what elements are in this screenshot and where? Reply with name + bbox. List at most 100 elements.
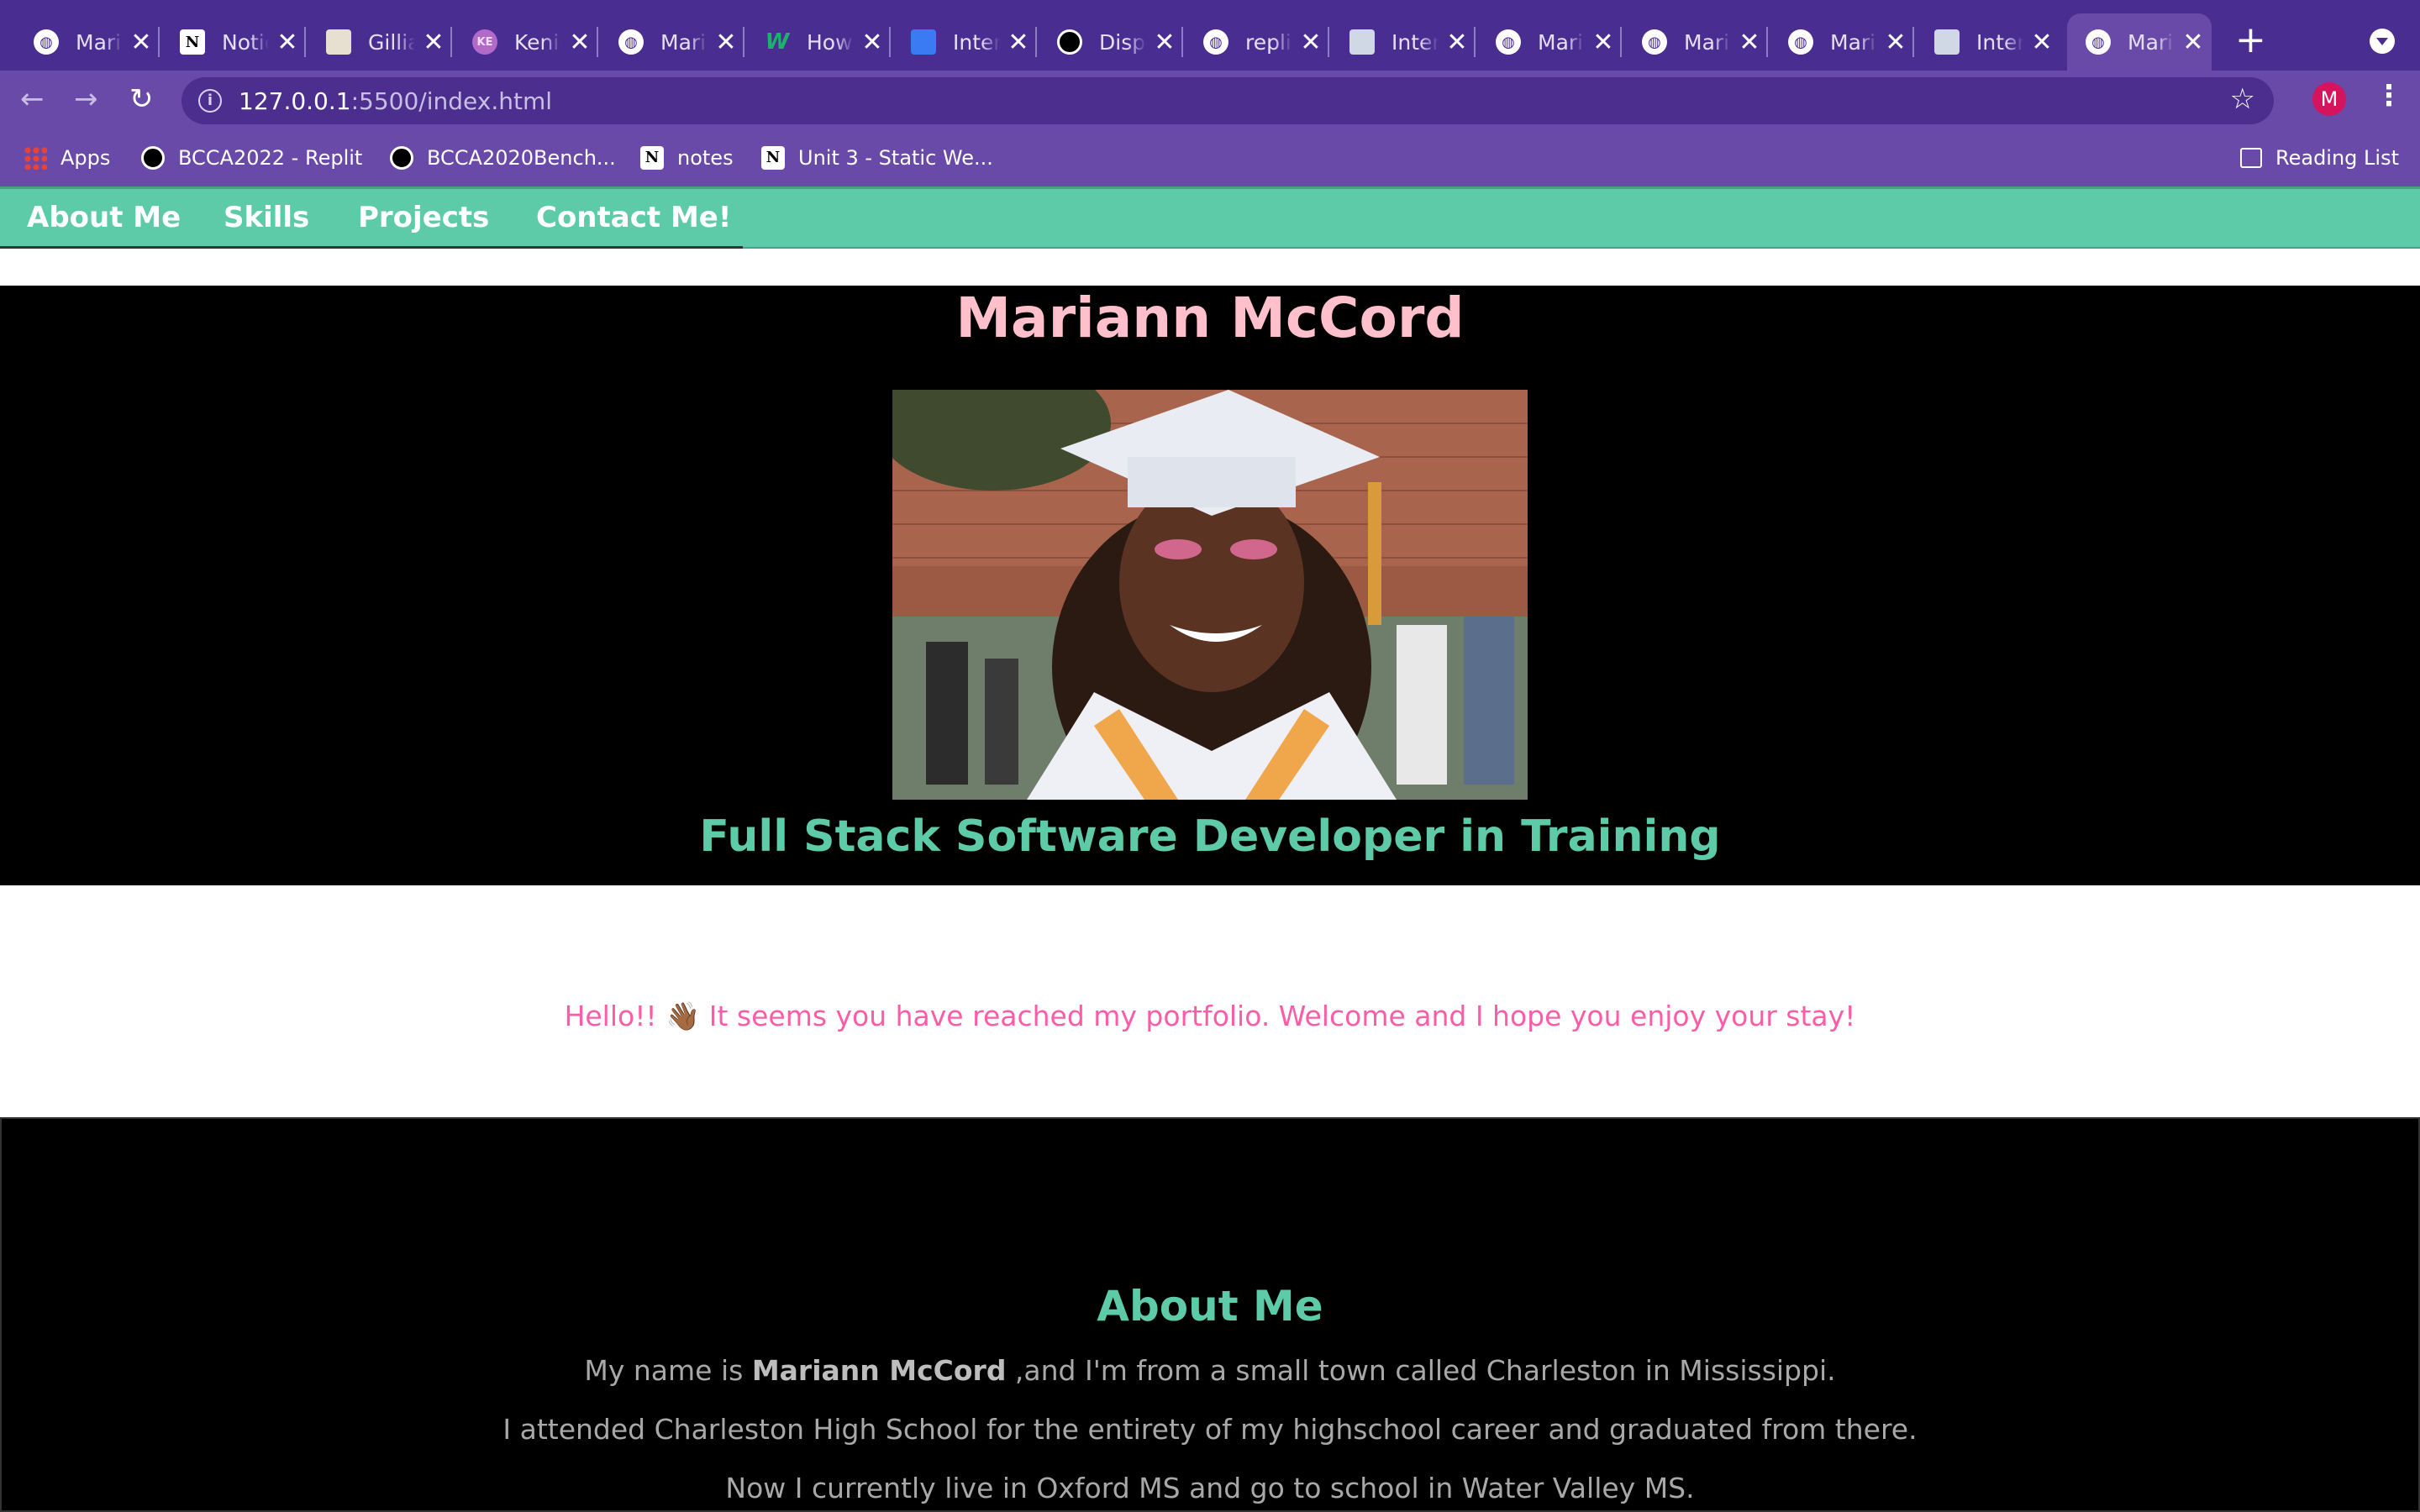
close-tab-icon[interactable]: ✕ xyxy=(1591,28,1615,57)
bookmarks-bar: Apps BCCA2022 - Replit BCCA2020Bench... … xyxy=(0,131,2420,186)
bookmark-label: notes xyxy=(677,146,734,170)
browser-tab[interactable]: Interactive✕ xyxy=(1331,13,1476,71)
tab-search-chevron-icon[interactable] xyxy=(2370,29,2395,54)
globe-icon: ◍ xyxy=(1496,29,1521,55)
browser-tab[interactable]: Display ✕ xyxy=(1039,13,1183,71)
close-tab-icon[interactable]: ✕ xyxy=(1884,28,1907,57)
browser-toolbar: ← → ↻ i 127.0.0.1:5500/index.html ☆ M ⋮ xyxy=(0,71,2420,131)
tab-title: Mariann xyxy=(76,29,123,55)
site-info-icon[interactable]: i xyxy=(198,89,222,113)
school-icon xyxy=(326,29,351,55)
tab-title: Mariann xyxy=(1830,29,1877,55)
browser-tab[interactable]: KE Kenia ✕ xyxy=(454,13,598,71)
nav-link-projects[interactable]: Projects xyxy=(358,201,489,234)
nav-link-contact[interactable]: Contact Me! xyxy=(536,201,731,234)
bookmark-item[interactable]: N Unit 3 - Static We... xyxy=(761,146,993,170)
url-text[interactable]: 127.0.0.1:5500/index.html xyxy=(239,87,552,115)
tab-title: Gillian xyxy=(368,29,415,55)
tab-title: Internet xyxy=(953,29,1000,55)
notion-icon: N xyxy=(761,146,785,170)
tab-title: Interactive xyxy=(1976,29,2023,55)
reading-list-label: Reading List xyxy=(2275,146,2399,170)
profile-photo xyxy=(892,390,1528,800)
reading-list-button[interactable]: Reading List xyxy=(2240,146,2399,170)
nav-link-skills[interactable]: Skills xyxy=(224,201,309,234)
browser-tab[interactable]: Internet ✕ xyxy=(892,13,1037,71)
nav-link-about[interactable]: About Me xyxy=(27,201,181,234)
browser-tab[interactable]: ◍ Mariann✕ xyxy=(600,13,744,71)
more-menu-icon[interactable]: ⋮ xyxy=(2375,79,2403,113)
tab-title: How xyxy=(807,29,853,55)
welcome-message: Hello!! 👋🏾 It seems you have reached my … xyxy=(564,1000,1856,1032)
close-tab-icon[interactable]: ✕ xyxy=(1153,28,1176,57)
close-tab-icon[interactable]: ✕ xyxy=(714,28,738,57)
hero-section: Mariann McCord Full Stack Software Devel… xyxy=(0,286,2420,885)
browser-tab[interactable]: N Notion ✕ xyxy=(161,13,306,71)
about-section: About Me My name is Mariann McCord ,and … xyxy=(0,1117,2420,1512)
bookmark-item[interactable]: BCCA2022 - Replit xyxy=(141,146,362,170)
globe-icon: ◍ xyxy=(34,29,59,55)
bookmark-star-icon[interactable]: ☆ xyxy=(2230,82,2255,116)
url-host: 127.0.0.1 xyxy=(239,87,351,115)
close-tab-icon[interactable]: ✕ xyxy=(422,28,445,57)
close-tab-icon[interactable]: ✕ xyxy=(860,28,884,57)
notion-icon: N xyxy=(180,29,205,55)
close-tab-icon[interactable]: ✕ xyxy=(129,28,153,57)
close-tab-icon[interactable]: ✕ xyxy=(568,28,592,57)
tab-title: Mariann xyxy=(660,29,708,55)
reload-icon[interactable]: ↻ xyxy=(129,82,154,116)
page-viewport: About Me Skills Projects Contact Me! Mar… xyxy=(0,186,2420,1512)
browser-tab-active[interactable]: ◍ Mariann✕ xyxy=(2067,13,2212,71)
about-heading: About Me xyxy=(1097,1282,1323,1331)
close-tab-icon[interactable]: ✕ xyxy=(1299,28,1323,57)
tab-title: Mariann xyxy=(2128,29,2175,55)
browser-tab[interactable]: ◍ Mariann ✕ xyxy=(1770,13,1914,71)
bookmark-label: BCCA2022 - Replit xyxy=(178,146,363,170)
cube-icon xyxy=(1934,29,1960,55)
tab-title: Display xyxy=(1099,29,1146,55)
browser-tab[interactable]: ◍ Mariann✕ xyxy=(15,13,160,71)
replit-icon xyxy=(1057,29,1082,55)
replit-icon xyxy=(390,146,413,170)
w-icon: W xyxy=(765,29,790,55)
browser-tab[interactable]: ◍ replit ✕ xyxy=(1185,13,1329,71)
bookmark-apps[interactable]: Apps xyxy=(24,146,110,170)
page-title: Mariann McCord xyxy=(955,286,1465,350)
tab-title: Mariann xyxy=(1684,29,1731,55)
browser-tab[interactable]: ◍Mariann✕ xyxy=(1477,13,1622,71)
globe-icon: ◍ xyxy=(1203,29,1228,55)
new-tab-plus-icon[interactable]: + xyxy=(2235,18,2266,61)
bookmark-item[interactable]: Nnotes xyxy=(640,146,734,170)
browser-tab[interactable]: ◍Mariann✕ xyxy=(1623,13,1768,71)
bookmark-item[interactable]: BCCA2020Bench... xyxy=(390,146,616,170)
about-text: ,and I'm from a small town called Charle… xyxy=(1006,1354,1836,1387)
close-tab-icon[interactable]: ✕ xyxy=(276,28,299,57)
bookmark-label: BCCA2020Bench... xyxy=(427,146,616,170)
browser-tab[interactable]: W How ✕ xyxy=(746,13,891,71)
back-arrow-icon[interactable]: ← xyxy=(20,82,45,116)
close-tab-icon[interactable]: ✕ xyxy=(1738,28,1761,57)
browser-tab[interactable]: Gillian ✕ xyxy=(308,13,452,71)
docs-icon xyxy=(911,29,936,55)
globe-icon: ◍ xyxy=(618,29,644,55)
cube-icon xyxy=(1349,29,1375,55)
close-tab-icon[interactable]: ✕ xyxy=(2030,28,2054,57)
tab-strip: ◍Mariann✕ NNotion✕ Gillian✕ KEKenia✕ ◍Ma… xyxy=(0,0,2420,71)
close-tab-icon[interactable]: ✕ xyxy=(1007,28,1030,57)
browser-tab[interactable]: Interactive ✕ xyxy=(1916,13,2060,71)
forward-arrow-icon[interactable]: → xyxy=(74,82,98,116)
bookmark-label: Apps xyxy=(60,146,111,170)
about-line-1: My name is Mariann McCord ,and I'm from … xyxy=(2,1354,2418,1387)
globe-icon: ◍ xyxy=(1788,29,1813,55)
replit-icon xyxy=(141,146,165,170)
tab-title: Notion xyxy=(222,29,269,55)
url-path: :5500/index.html xyxy=(350,87,553,115)
reading-list-icon xyxy=(2240,148,2262,168)
close-tab-icon[interactable]: ✕ xyxy=(2181,28,2205,57)
address-bar[interactable]: i 127.0.0.1:5500/index.html ☆ xyxy=(182,77,2274,124)
graduation-photo-illustration xyxy=(892,390,1528,800)
tab-title: Interactive xyxy=(1392,29,1439,55)
profile-avatar[interactable]: M xyxy=(2312,82,2346,116)
close-tab-icon[interactable]: ✕ xyxy=(1445,28,1469,57)
globe-icon: ◍ xyxy=(2086,29,2111,55)
